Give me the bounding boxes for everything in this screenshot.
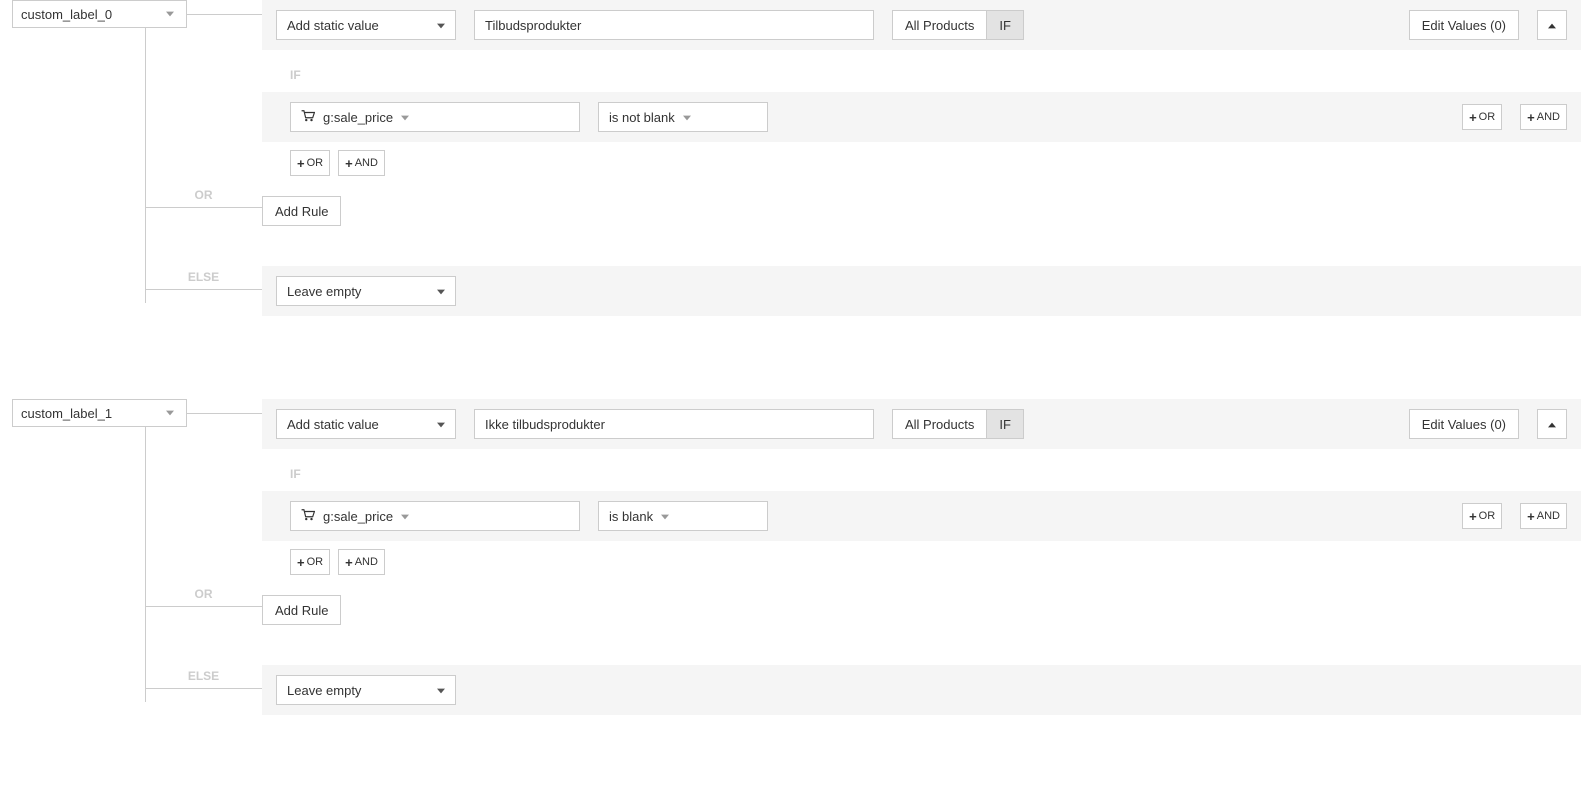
condition-field-dropdown[interactable]: g:sale_price: [290, 102, 580, 132]
else-row: Leave empty: [262, 665, 1581, 715]
branch-else: ELSE: [145, 668, 262, 683]
chevron-down-icon: [401, 509, 409, 524]
cart-icon: [301, 509, 315, 524]
condition-group-buttons: +OR +AND: [262, 541, 1581, 575]
chevron-down-icon: [437, 683, 445, 698]
static-value-text: Tilbudsprodukter: [485, 18, 581, 33]
else-action-dropdown[interactable]: Leave empty: [276, 276, 456, 306]
action-row: Add static value Tilbudsprodukter All Pr…: [262, 0, 1581, 50]
plus-icon: +: [345, 556, 353, 569]
cart-icon: [301, 110, 315, 125]
action-type-dropdown[interactable]: Add static value: [276, 10, 456, 40]
action-type-label: Add static value: [287, 18, 379, 33]
output-field-label: custom_label_0: [21, 7, 112, 22]
condition-operator-label: is not blank: [609, 110, 675, 125]
group-add-and-button[interactable]: +AND: [338, 150, 385, 176]
chevron-down-icon: [437, 18, 445, 33]
branch-else-label: ELSE: [186, 669, 221, 683]
condition-field-label: g:sale_price: [323, 110, 393, 125]
condition-group-buttons: +OR +AND: [262, 142, 1581, 176]
connector-line: [145, 207, 262, 208]
edit-values-button[interactable]: Edit Values (0): [1409, 10, 1519, 40]
connector-line: [145, 289, 262, 290]
condition-field-dropdown[interactable]: g:sale_price: [290, 501, 580, 531]
inline-add-and-button[interactable]: +AND: [1520, 104, 1567, 130]
scope-toggle: All Products IF: [892, 10, 1024, 40]
connector-line: [187, 413, 262, 414]
group-add-and-button[interactable]: +AND: [338, 549, 385, 575]
else-row: Leave empty: [262, 266, 1581, 316]
inline-add-and-button[interactable]: +AND: [1520, 503, 1567, 529]
condition-operator-dropdown[interactable]: is blank: [598, 501, 768, 531]
plus-icon: +: [345, 157, 353, 170]
scope-if[interactable]: IF: [987, 409, 1024, 439]
branch-or-label: OR: [193, 188, 215, 202]
if-section-label: IF: [262, 449, 1581, 491]
chevron-down-icon: [437, 417, 445, 432]
chevron-down-icon: [683, 110, 691, 125]
collapse-button[interactable]: [1537, 10, 1567, 40]
add-rule-button[interactable]: Add Rule: [262, 196, 341, 226]
add-rule-button[interactable]: Add Rule: [262, 595, 341, 625]
action-type-label: Add static value: [287, 417, 379, 432]
static-value-input[interactable]: Ikke tilbudsprodukter: [474, 409, 874, 439]
branch-else: ELSE: [145, 269, 262, 284]
plus-icon: +: [1469, 111, 1477, 124]
connector-line: [145, 28, 146, 303]
connector-line: [145, 606, 262, 607]
condition-operator-dropdown[interactable]: is not blank: [598, 102, 768, 132]
chevron-down-icon: [661, 509, 669, 524]
else-action-label: Leave empty: [287, 284, 361, 299]
plus-icon: +: [1527, 510, 1535, 523]
chevron-down-icon: [162, 6, 178, 22]
output-field-dropdown[interactable]: custom_label_0: [12, 0, 187, 28]
edit-values-button[interactable]: Edit Values (0): [1409, 409, 1519, 439]
plus-icon: +: [1469, 510, 1477, 523]
output-field-label: custom_label_1: [21, 406, 112, 421]
static-value-input[interactable]: Tilbudsprodukter: [474, 10, 874, 40]
connector-line: [187, 14, 262, 15]
condition-row: g:sale_price is not blank +OR +AND: [262, 92, 1581, 142]
scope-all-products[interactable]: All Products: [892, 409, 987, 439]
rule-block: custom_label_0 OR ELSE Add static value …: [0, 0, 1581, 329]
static-value-text: Ikke tilbudsprodukter: [485, 417, 605, 432]
if-section-label: IF: [262, 50, 1581, 92]
action-type-dropdown[interactable]: Add static value: [276, 409, 456, 439]
scope-toggle: All Products IF: [892, 409, 1024, 439]
branch-or: OR: [145, 586, 262, 601]
add-rule-row: Add Rule: [262, 196, 1581, 226]
chevron-down-icon: [401, 110, 409, 125]
plus-icon: +: [297, 556, 305, 569]
plus-icon: +: [1527, 111, 1535, 124]
rule-panel: Add static value Tilbudsprodukter All Pr…: [262, 0, 1581, 316]
rule-panel: Add static value Ikke tilbudsprodukter A…: [262, 399, 1581, 715]
condition-field-label: g:sale_price: [323, 509, 393, 524]
branch-or-label: OR: [193, 587, 215, 601]
collapse-button[interactable]: [1537, 409, 1567, 439]
inline-add-or-button[interactable]: +OR: [1462, 503, 1502, 529]
rule-block: custom_label_1 OR ELSE Add static value …: [0, 399, 1581, 728]
action-row: Add static value Ikke tilbudsprodukter A…: [262, 399, 1581, 449]
condition-operator-label: is blank: [609, 509, 653, 524]
connector-line: [145, 427, 146, 702]
group-add-or-button[interactable]: +OR: [290, 150, 330, 176]
branch-else-label: ELSE: [186, 270, 221, 284]
chevron-down-icon: [437, 284, 445, 299]
add-rule-row: Add Rule: [262, 595, 1581, 625]
chevron-up-icon: [1548, 417, 1556, 432]
scope-all-products[interactable]: All Products: [892, 10, 987, 40]
plus-icon: +: [297, 157, 305, 170]
inline-add-or-button[interactable]: +OR: [1462, 104, 1502, 130]
output-field-dropdown[interactable]: custom_label_1: [12, 399, 187, 427]
group-add-or-button[interactable]: +OR: [290, 549, 330, 575]
condition-row: g:sale_price is blank +OR +AND: [262, 491, 1581, 541]
else-action-dropdown[interactable]: Leave empty: [276, 675, 456, 705]
else-action-label: Leave empty: [287, 683, 361, 698]
chevron-down-icon: [162, 405, 178, 421]
connector-line: [145, 688, 262, 689]
branch-or: OR: [145, 187, 262, 202]
chevron-up-icon: [1548, 18, 1556, 33]
scope-if[interactable]: IF: [987, 10, 1024, 40]
